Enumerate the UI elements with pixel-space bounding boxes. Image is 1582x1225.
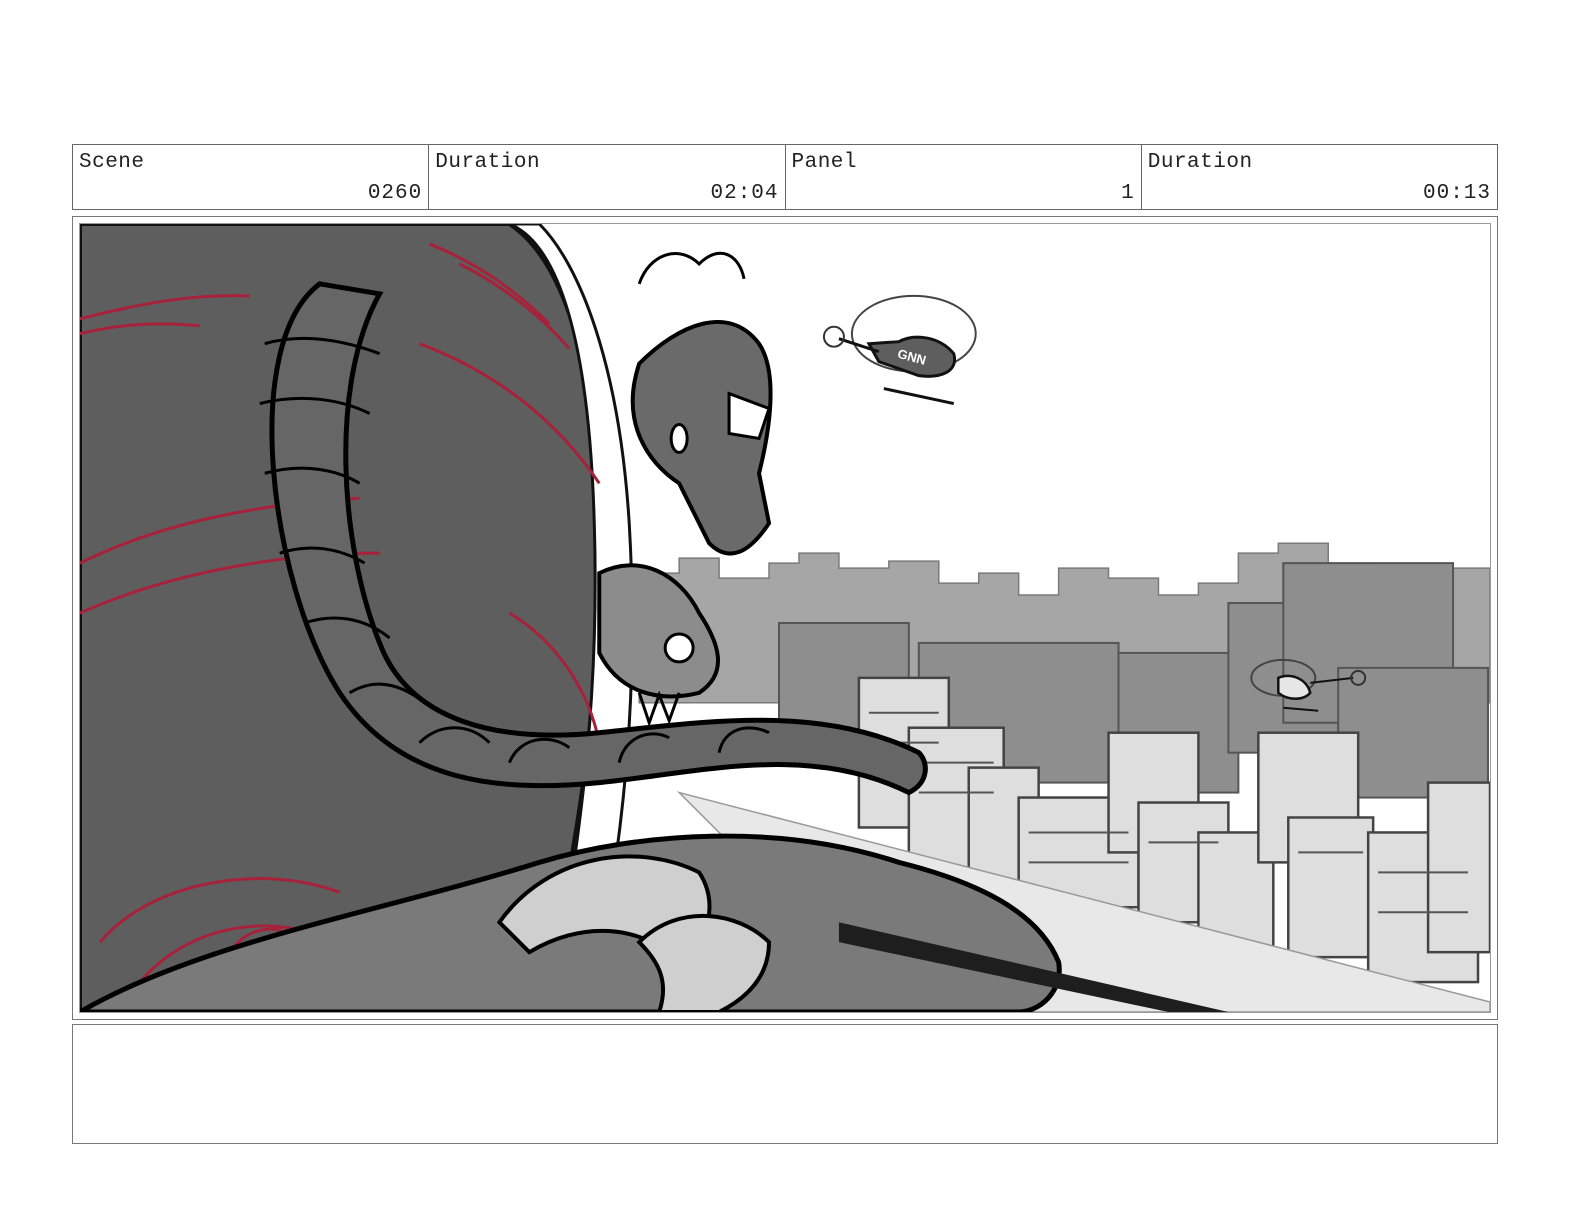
storyboard-panel-frame: GNN (72, 216, 1498, 1020)
panel-number: 1 (1121, 182, 1135, 205)
scene-number: 0260 (367, 182, 423, 205)
panel-notes-box (72, 1024, 1498, 1144)
scene-duration-cell: Duration 02:04 (429, 145, 786, 209)
panel-duration-label: Duration (1147, 151, 1253, 174)
panel-label: Panel (791, 151, 858, 174)
scene-cell: Scene 0260 (73, 145, 430, 209)
scene-duration-label: Duration (435, 151, 541, 174)
panel-cell: Panel 1 (786, 145, 1142, 209)
storyboard-panel-image: GNN (79, 223, 1491, 1013)
panel-duration-cell: Duration 00:13 (1142, 145, 1497, 209)
scene-duration-value: 02:04 (710, 182, 779, 205)
storyboard-header: Scene 0260 Duration 02:04 Panel 1 Durati… (72, 144, 1498, 210)
scene-label: Scene (79, 151, 145, 174)
sketch-illustration: GNN (80, 224, 1490, 1012)
panel-duration-value: 00:13 (1422, 182, 1491, 205)
